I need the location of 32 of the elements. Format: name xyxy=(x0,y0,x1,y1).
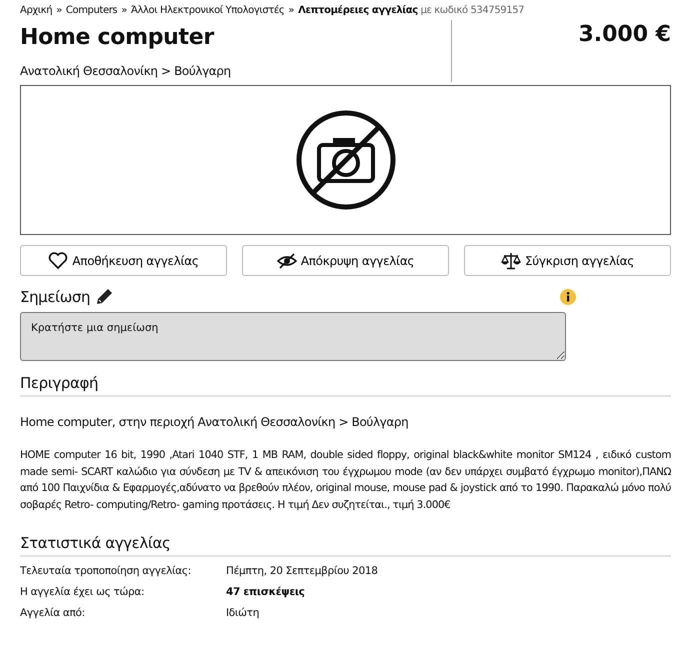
stat-value: 47 επισκέψεις xyxy=(226,584,305,600)
note-field[interactable]: Κρατήστε μια σημείωση xyxy=(20,312,566,361)
crossed-eye-icon xyxy=(276,250,297,270)
separator-icon: » xyxy=(56,5,62,16)
separator-icon: » xyxy=(288,5,294,16)
info-icon[interactable] xyxy=(560,289,576,305)
pencil-icon xyxy=(94,287,114,307)
ad-title: Home computer xyxy=(20,24,216,52)
stat-label: Αγγελία από: xyxy=(20,606,86,621)
description-title: Home computer, στην περιοχή Ανατολική Θεσσαλονίκη > Βούλγαρη xyxy=(20,414,410,431)
no-photo-icon xyxy=(294,109,396,211)
stat-label: Η αγγελία έχει ως τώρα: xyxy=(20,584,146,600)
action-button[interactable]: Σύγκριση αγγελίας xyxy=(464,245,671,276)
scales-icon xyxy=(500,250,521,270)
heart-icon xyxy=(48,250,68,270)
separator-icon: » xyxy=(121,5,127,16)
ad-price: 3.000 € xyxy=(578,22,671,47)
section-heading: Στατιστικά αγγελίας xyxy=(20,533,671,557)
action-button[interactable]: Απόκρυψη αγγελίας xyxy=(242,245,449,276)
breadcrumb-link[interactable]: Άλλοι Ηλεκτρονικοί Υπολογιστές xyxy=(130,5,284,16)
description-text: HOME computer 16 bit, 1990 ,Atari 1040 STF, 1 MB RAM, double sided floppy, original black&white monitor SM124 , ειδικό custom made semi- SCART καλώδιο για σύνδεση με TV & απεικόνιση του έγχρωμου mode (αν δεν υπάρχει συμβατό έγχρωμο monitor),ΠΑΝΩ από 100 Παιχνίδια & Εφαρμογές,αδύνατο να βρεθούν πλέον, original mouse, mouse pad & joystick από το 1990. Παρακαλώ μόνο πολύ σοβαρές Retro- computing/Retro- gaming προτάσεις. Η τιμή Δεν συζητείται., τιμή 3.000€ xyxy=(20,448,671,512)
breadcrumb-link[interactable]: Αρχική xyxy=(20,5,52,16)
breadcrumb-link[interactable]: Computers xyxy=(66,5,118,16)
stat-value: Πέμπτη, 20 Σεπτεμβρίου 2018 xyxy=(226,564,378,579)
stat-value: Ιδιώτη xyxy=(226,606,260,621)
breadcrumb-current: Λεπτομέρειες αγγελίας xyxy=(298,5,418,16)
note-heading: Σημείωση xyxy=(20,286,90,308)
stat-label: Τελευταία τροποποίηση αγγελίας: xyxy=(20,564,192,579)
ad-code: με κωδικό 534759157 xyxy=(420,5,524,16)
action-button[interactable]: Αποθήκευση αγγελίας xyxy=(20,245,227,276)
section-heading: Περιγραφή xyxy=(20,373,671,397)
ad-location: Ανατολική Θεσσαλονίκη > Βούλγαρη xyxy=(20,63,232,80)
